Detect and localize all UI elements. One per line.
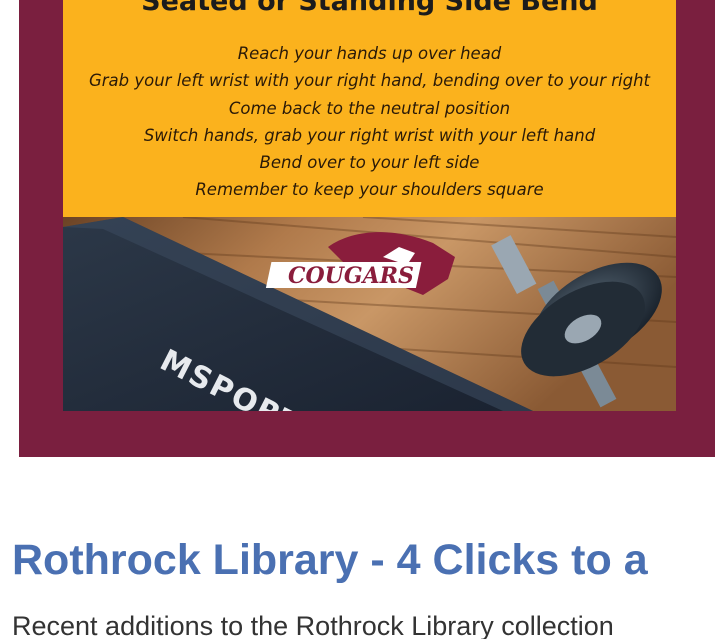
exercise-steps-list: Reach your hands up over head Grab your …	[63, 40, 676, 204]
exercise-step: Bend over to your left side	[259, 153, 480, 173]
exercise-step: Switch hands, grab your right wrist with…	[143, 125, 596, 145]
exercise-card-title: Seated or Standing Side Bend	[141, 0, 598, 17]
exercise-card-panel: Seated or Standing Side Bend Reach your …	[63, 0, 676, 217]
exercise-step: Remember to keep your shoulders square	[195, 180, 544, 200]
gym-photo: MSPORT COUGARS	[63, 217, 676, 411]
cougars-logo-text: COUGARS	[288, 263, 414, 289]
exercise-step: Come back to the neutral position	[228, 98, 511, 118]
article-excerpt: Recent additions to the Rothrock Library…	[12, 611, 614, 639]
page: Seated or Standing Side Bend Reach your …	[0, 0, 715, 639]
article-title-link[interactable]: Rothrock Library - 4 Clicks to a	[12, 530, 648, 590]
exercise-step: Grab your left wrist with your right han…	[88, 71, 651, 91]
exercise-step: Reach your hands up over head	[237, 44, 502, 63]
